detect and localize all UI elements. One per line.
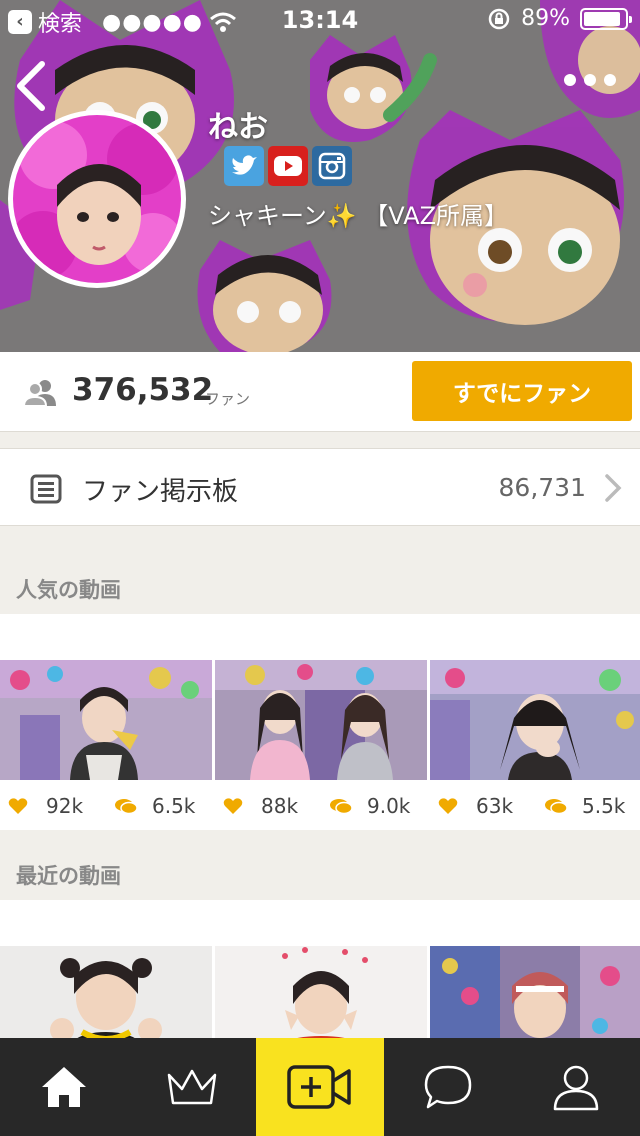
fan-count: 376,532 — [72, 372, 214, 408]
profile-bio: シャキーン✨ 【VAZ所属】 — [208, 202, 509, 230]
fans-icon — [24, 380, 56, 406]
comment-icon — [545, 799, 568, 815]
avatar-image — [9, 115, 183, 283]
tab-home[interactable] — [0, 1038, 128, 1136]
battery-level — [584, 11, 620, 26]
video-like-count: 92k — [46, 794, 84, 818]
popular-videos-title: 人気の動画 — [16, 578, 121, 602]
instagram-link[interactable] — [312, 146, 352, 186]
video-stats: 88k 9.0k — [215, 780, 427, 830]
more-dot — [564, 74, 576, 86]
back-arrow-icon[interactable] — [12, 58, 52, 114]
popular-videos-grid: 92k 6.5k 88k 9.0k 63k 5.5k — [0, 660, 640, 830]
more-dot — [584, 74, 596, 86]
battery-icon — [580, 7, 632, 30]
comment-icon — [115, 799, 138, 815]
battery-percentage: 89% — [521, 6, 570, 31]
video-record-icon — [287, 1065, 351, 1109]
video-comment-count: 6.5k — [152, 794, 196, 818]
twitter-link[interactable] — [224, 146, 264, 186]
video-stats: 92k 6.5k — [0, 780, 212, 830]
crown-icon — [167, 1069, 217, 1105]
fan-board-row[interactable]: ファン掲示板 86,731 — [0, 448, 640, 526]
tab-record[interactable] — [256, 1038, 384, 1136]
home-icon — [42, 1067, 86, 1107]
heart-icon — [8, 798, 28, 814]
fan-board-label: ファン掲示板 — [82, 477, 239, 507]
youtube-link[interactable] — [268, 146, 308, 186]
board-icon — [30, 474, 62, 504]
profile-name: ねお — [208, 110, 268, 145]
video-thumbnail[interactable] — [215, 660, 427, 780]
more-dot — [604, 74, 616, 86]
tab-bar — [0, 1038, 640, 1136]
recent-videos-title: 最近の動画 — [16, 864, 121, 888]
popular-videos-spacer — [0, 614, 640, 660]
instagram-icon — [318, 152, 346, 180]
video-card[interactable]: 92k 6.5k — [0, 660, 212, 830]
fan-unit-label: ファン — [205, 390, 251, 408]
chevron-right-icon — [605, 474, 622, 502]
video-thumbnail[interactable] — [0, 660, 212, 780]
already-fan-button[interactable]: すでにファン — [412, 361, 632, 421]
video-thumbnail[interactable] — [430, 660, 640, 780]
video-like-count: 63k — [476, 794, 514, 818]
video-comment-count: 9.0k — [367, 794, 411, 818]
tab-profile[interactable] — [512, 1038, 640, 1136]
status-right: 89% — [487, 6, 632, 31]
avatar[interactable] — [8, 110, 186, 288]
fan-summary: 376,532 ファン すでにファン — [0, 352, 640, 432]
heart-icon — [223, 798, 243, 814]
video-comment-count: 5.5k — [582, 794, 626, 818]
youtube-icon — [274, 156, 302, 176]
status-bar: ‹ 検索 ●●●●● 13:14 89% — [0, 0, 640, 40]
fan-board-count: 86,731 — [498, 473, 586, 502]
video-stats: 63k 5.5k — [430, 780, 640, 830]
heart-icon — [438, 798, 458, 814]
profile-icon — [553, 1065, 599, 1111]
tab-ranking[interactable] — [128, 1038, 256, 1136]
recent-videos-spacer — [0, 900, 640, 946]
profile-header: ‹ 検索 ●●●●● 13:14 89% ねお シャキーン✨ 【VAZ所属】 — [0, 0, 640, 352]
video-card[interactable]: 88k 9.0k — [215, 660, 427, 830]
rotation-lock-icon — [488, 8, 510, 29]
comment-icon — [330, 799, 353, 815]
more-options-icon[interactable] — [564, 74, 624, 94]
chat-icon — [424, 1065, 472, 1109]
video-like-count: 88k — [261, 794, 299, 818]
video-card[interactable]: 63k 5.5k — [430, 660, 640, 830]
tab-messages[interactable] — [384, 1038, 512, 1136]
twitter-icon — [232, 155, 257, 175]
